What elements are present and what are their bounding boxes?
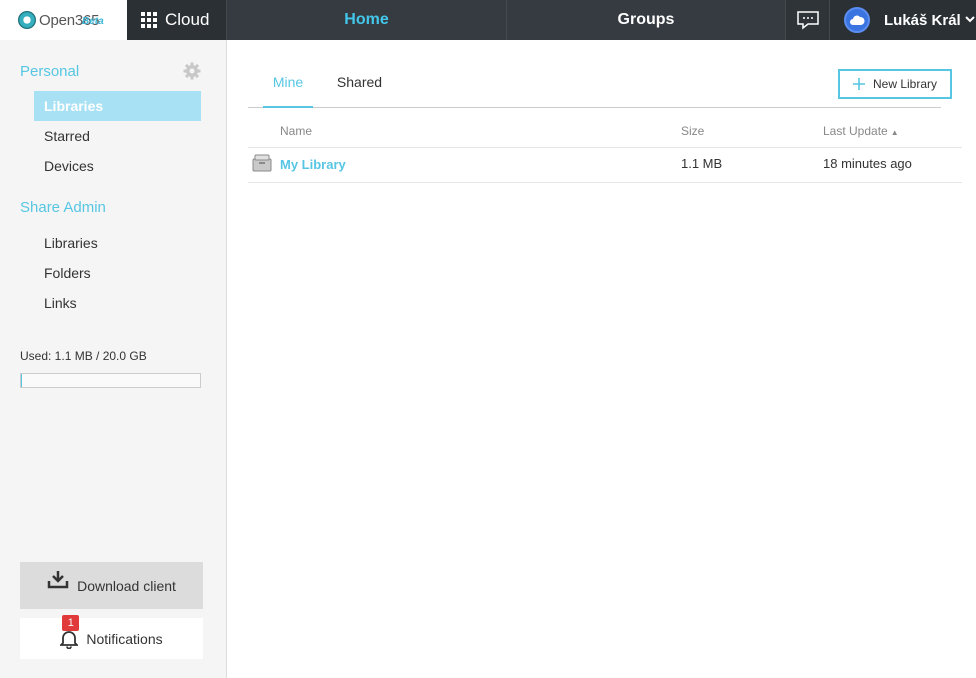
personal-title: Personal: [20, 63, 80, 80]
share-admin-title: Share Admin: [20, 199, 106, 216]
logo[interactable]: Open365 Beta: [0, 0, 127, 40]
column-header-last-update-label: Last Update: [823, 124, 888, 138]
plus-icon: [852, 75, 865, 93]
header-divider: [248, 147, 962, 148]
gear-icon[interactable]: [183, 62, 201, 85]
column-header-name[interactable]: Name: [280, 124, 312, 138]
cloud-label: Cloud: [165, 10, 210, 29]
new-library-button[interactable]: New Library: [838, 69, 952, 99]
new-library-label: New Library: [872, 77, 938, 91]
nav-home[interactable]: Home: [227, 0, 507, 40]
row-divider: [248, 182, 962, 183]
chevron-down-icon: [964, 14, 975, 26]
main-content: Mine Shared New Library Name Size Last U…: [228, 40, 976, 678]
chat-icon: [796, 11, 819, 30]
sidebar-item-folders[interactable]: Folders: [34, 258, 201, 288]
sidebar-item-devices[interactable]: Devices: [34, 151, 201, 181]
library-last-update: 18 minutes ago: [823, 156, 912, 171]
logo-beta: Beta: [82, 16, 104, 27]
storage-used-text: Used: 1.1 MB / 20.0 GB: [20, 349, 147, 363]
logo-icon: [18, 11, 36, 29]
library-name-link[interactable]: My Library: [280, 157, 346, 172]
avatar: [844, 7, 870, 33]
bell-icon: 1: [59, 615, 80, 652]
library-icon: [252, 154, 272, 177]
download-client-button[interactable]: Download client: [20, 562, 203, 609]
user-name: Lukáš Král: [884, 11, 961, 29]
user-menu[interactable]: Lukáš Král: [830, 0, 976, 40]
messages-button[interactable]: [786, 0, 830, 40]
column-header-last-update[interactable]: Last Update ▲: [823, 124, 899, 138]
sidebar: Personal Libraries Starred Devices Share…: [0, 40, 227, 678]
apps-menu-button[interactable]: Cloud: [127, 0, 227, 40]
sidebar-item-libraries[interactable]: Libraries: [34, 91, 201, 121]
column-header-size[interactable]: Size: [681, 124, 704, 138]
grid-icon: [141, 12, 157, 28]
sidebar-item-links[interactable]: Links: [34, 288, 201, 318]
top-bar: Open365 Beta Cloud Home Groups Lukáš Krá…: [0, 0, 976, 40]
cloud-icon: [850, 15, 865, 25]
storage-usage-bar: [20, 373, 201, 388]
library-size: 1.1 MB: [681, 156, 723, 171]
notifications-label: Notifications: [86, 630, 163, 647]
download-icon: [47, 570, 69, 593]
download-client-label: Download client: [77, 577, 176, 594]
sidebar-item-starred[interactable]: Starred: [34, 121, 201, 151]
nav-groups[interactable]: Groups: [507, 0, 786, 40]
tab-shared[interactable]: Shared: [332, 68, 387, 108]
notification-count-badge: 1: [62, 615, 80, 631]
sort-up-icon: ▲: [890, 128, 899, 137]
sidebar-item-share-libraries[interactable]: Libraries: [34, 228, 201, 258]
notifications-button[interactable]: 1 Notifications: [20, 615, 203, 659]
tab-mine[interactable]: Mine: [263, 68, 313, 108]
